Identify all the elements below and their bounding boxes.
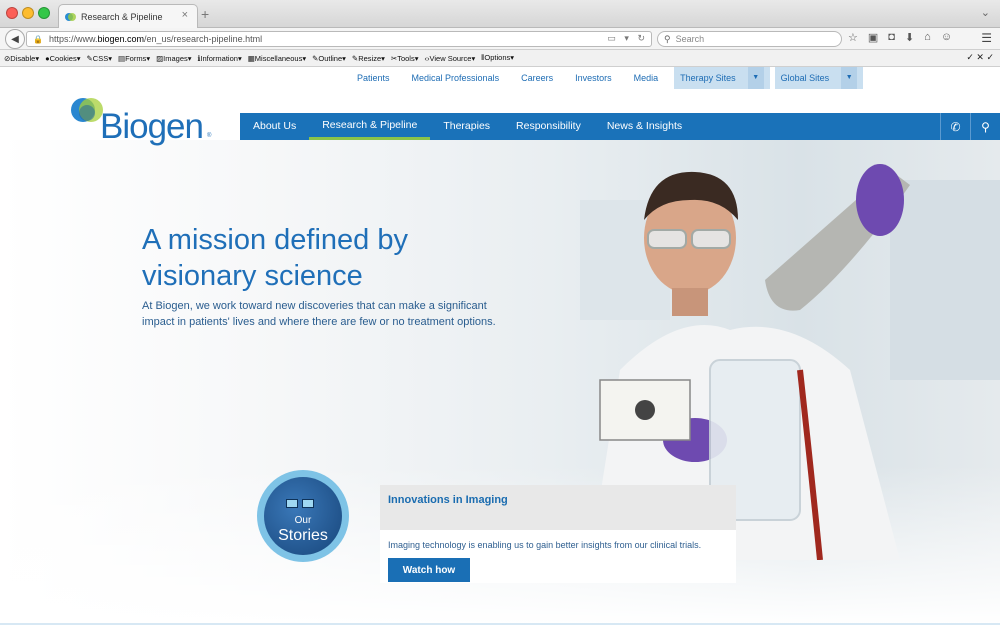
dev-information[interactable]: ℹInformation▾ — [198, 54, 242, 63]
reader-view-icon[interactable]: ▭ — [607, 33, 616, 43]
url-actions: ▭ ▾ ↻ — [607, 33, 645, 44]
developer-toolbar: ⊘Disable▾ ●Cookies▾ ✎CSS▾ ▤Forms▾ ▨Image… — [0, 50, 1000, 67]
our-stories-image: Our Stories — [264, 477, 342, 555]
web-page: Patients Medical Professionals Careers I… — [0, 67, 1000, 625]
monitor-icon — [286, 499, 298, 508]
dev-view-source[interactable]: ‹›View Source▾ — [425, 54, 476, 63]
browser-nav-bar: ◀ 🔒 https://www. biogen.com/en_us/researc… — [0, 28, 1000, 50]
util-nav-investors[interactable]: Investors — [564, 67, 623, 89]
watch-how-button[interactable]: Watch how — [388, 558, 470, 582]
our-stories-badge[interactable]: Our Stories — [257, 470, 349, 562]
ok-check-icon[interactable]: ✓ — [986, 52, 994, 63]
therapy-sites-dropdown[interactable]: Therapy Sites ▼ — [674, 67, 770, 89]
search-icon[interactable]: ⚲ — [970, 113, 1000, 140]
dev-status-icons: ✓ ✕ ✓ — [966, 52, 994, 63]
biogen-favicon-icon — [65, 13, 76, 21]
dev-images[interactable]: ▨Images▾ — [156, 54, 191, 63]
monitor-icon — [302, 499, 314, 508]
dev-miscellaneous[interactable]: ▦Miscellaneous▾ — [248, 54, 306, 63]
dev-tools[interactable]: ✂Tools▾ — [391, 54, 419, 63]
valid-check-icon[interactable]: ✓ — [966, 52, 974, 63]
reload-icon[interactable]: ↻ — [637, 33, 645, 43]
global-sites-dropdown[interactable]: Global Sites ▼ — [774, 67, 864, 89]
story-title[interactable]: Innovations in Imaging — [380, 485, 736, 530]
chevron-down-icon: ▼ — [747, 67, 764, 89]
nav-tools: ✆ ⚲ — [940, 113, 1000, 140]
dev-disable[interactable]: ⊘Disable▾ — [4, 54, 39, 63]
browser-tab-bar: Research & Pipeline × + ⌄ — [0, 0, 1000, 28]
utility-nav: Patients Medical Professionals Careers I… — [346, 67, 864, 89]
tab-title: Research & Pipeline — [81, 11, 163, 22]
dev-css[interactable]: ✎CSS▾ — [86, 54, 111, 63]
hero-headline-line1: A mission defined by — [142, 224, 408, 256]
util-nav-patients[interactable]: Patients — [346, 67, 401, 89]
dev-resize[interactable]: ✎Resize▾ — [352, 54, 385, 63]
therapy-sites-label: Therapy Sites — [680, 73, 736, 83]
global-sites-label: Global Sites — [780, 73, 830, 83]
nav-about-us[interactable]: About Us — [240, 113, 309, 140]
util-nav-careers[interactable]: Careers — [510, 67, 564, 89]
dev-forms[interactable]: ▤Forms▾ — [118, 54, 150, 63]
search-placeholder: Search — [675, 34, 705, 44]
logo-mark-icon — [71, 98, 103, 122]
logo-registered-mark: ® — [207, 133, 212, 139]
search-icon: ⚲ — [664, 33, 671, 44]
zoom-window-button[interactable] — [38, 7, 50, 19]
minimize-window-button[interactable] — [22, 7, 34, 19]
badge-stories-label: Stories — [278, 527, 328, 544]
lock-icon: 🔒 — [33, 34, 43, 44]
nav-responsibility[interactable]: Responsibility — [503, 113, 594, 140]
nav-research-pipeline[interactable]: Research & Pipeline — [309, 113, 431, 140]
tab-close-icon[interactable]: × — [182, 9, 188, 21]
pocket-icon[interactable]: ◘ — [888, 31, 895, 44]
util-nav-media[interactable]: Media — [623, 67, 670, 89]
new-tab-button[interactable]: + — [201, 6, 209, 22]
nav-therapies[interactable]: Therapies — [430, 113, 503, 140]
url-prefix: https://www. — [48, 34, 98, 44]
phone-icon[interactable]: ✆ — [940, 113, 970, 140]
dev-cookies[interactable]: ●Cookies▾ — [45, 54, 80, 63]
back-arrow-icon: ◀ — [11, 33, 19, 45]
tab-list-icon[interactable]: ⌄ — [981, 6, 990, 19]
chat-icon[interactable]: ☺ — [941, 31, 952, 44]
menu-icon[interactable]: ☰ — [981, 31, 992, 45]
main-nav: About Us Research & Pipeline Therapies R… — [240, 113, 1000, 140]
story-card: Innovations in Imaging Imaging technolog… — [380, 485, 736, 583]
close-window-button[interactable] — [6, 7, 18, 19]
url-path: /en_us/research-pipeline.html — [144, 34, 263, 44]
hero-headline: A mission defined by visionary science — [142, 222, 472, 294]
download-icon[interactable]: ⬇ — [905, 31, 914, 44]
hero-headline-line2: visionary science — [142, 260, 363, 292]
url-bar[interactable]: 🔒 https://www. biogen.com/en_us/research-… — [26, 31, 652, 47]
chevron-down-icon: ▼ — [841, 67, 858, 89]
error-x-icon[interactable]: ✕ — [976, 52, 984, 63]
badge-our-label: Our — [294, 515, 312, 526]
url-domain: biogen.com — [97, 34, 145, 44]
dev-options[interactable]: ⫴Options▾ — [481, 53, 514, 63]
home-icon[interactable]: ⌂ — [924, 31, 931, 44]
story-description: Imaging technology is enabling us to gai… — [388, 540, 702, 550]
dev-outline[interactable]: ✎Outline▾ — [312, 54, 346, 63]
toolbar-icons: ☆ ▣ ◘ ⬇ ⌂ ☺ — [848, 31, 952, 44]
reading-list-icon[interactable]: ▣ — [868, 31, 878, 44]
back-button[interactable]: ◀ — [5, 29, 25, 49]
biogen-logo[interactable]: Biogen ® — [70, 95, 220, 146]
logo-wordmark: Biogen — [100, 107, 204, 146]
util-nav-medical-professionals[interactable]: Medical Professionals — [401, 67, 511, 89]
browser-tab[interactable]: Research & Pipeline × — [58, 4, 198, 28]
bookmark-star-icon[interactable]: ☆ — [848, 31, 858, 44]
nav-news-insights[interactable]: News & Insights — [594, 113, 695, 140]
search-bar[interactable]: ⚲ Search — [657, 31, 842, 47]
hero-lede: At Biogen, we work toward new discoverie… — [142, 300, 496, 328]
history-dropdown-icon[interactable]: ▾ — [624, 33, 629, 43]
